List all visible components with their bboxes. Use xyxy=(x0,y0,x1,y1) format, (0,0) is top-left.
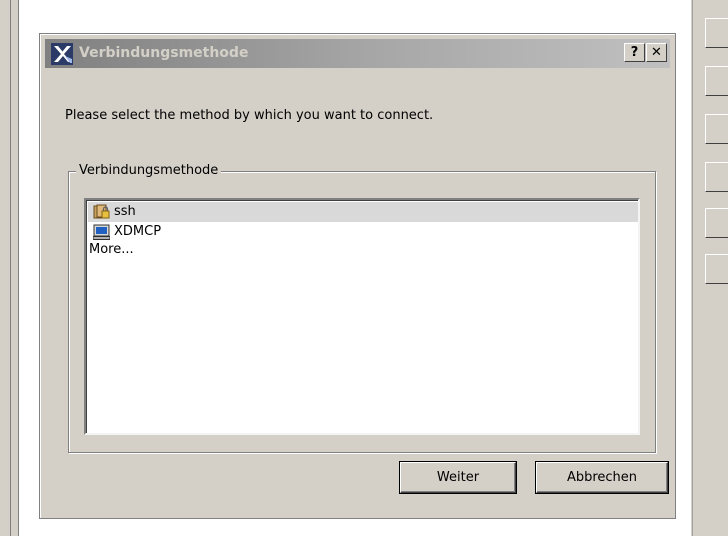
ssh-keys-icon xyxy=(93,204,110,219)
x2go-logo-icon xyxy=(51,43,73,65)
side-toolbar-button[interactable] xyxy=(705,208,728,238)
side-toolbar-button[interactable] xyxy=(705,162,728,192)
side-toolbar-button[interactable] xyxy=(705,254,728,284)
list-item-xdmcp[interactable]: XDMCP xyxy=(88,222,638,242)
list-item-label: ssh xyxy=(114,204,136,219)
help-button[interactable]: ? xyxy=(624,43,645,62)
list-item-label: More... xyxy=(89,242,134,257)
close-button[interactable]: ✕ xyxy=(646,43,667,62)
side-toolbar-button[interactable] xyxy=(705,66,728,96)
left-panel-edge xyxy=(0,0,11,536)
group-label: Verbindungsmethode xyxy=(76,163,222,178)
method-listbox[interactable]: ssh XDMCP More... xyxy=(84,198,640,435)
close-icon: ✕ xyxy=(651,45,662,60)
list-item-more[interactable]: More... xyxy=(88,240,638,260)
next-button[interactable]: Weiter xyxy=(400,462,516,493)
instruction-text: Please select the method by which you wa… xyxy=(65,108,434,123)
cancel-button[interactable]: Abbrechen xyxy=(536,462,668,493)
connection-method-dialog: Verbindungsmethode ? ✕ Please select the… xyxy=(39,33,676,519)
list-item-ssh[interactable]: ssh xyxy=(88,202,638,222)
dialog-titlebar[interactable]: Verbindungsmethode ? ✕ xyxy=(45,39,670,68)
side-toolbar-button[interactable] xyxy=(705,18,728,48)
list-item-label: XDMCP xyxy=(114,224,162,239)
dialog-title: Verbindungsmethode xyxy=(79,45,249,61)
side-toolbar-button[interactable] xyxy=(705,114,728,144)
monitor-icon xyxy=(93,224,110,240)
